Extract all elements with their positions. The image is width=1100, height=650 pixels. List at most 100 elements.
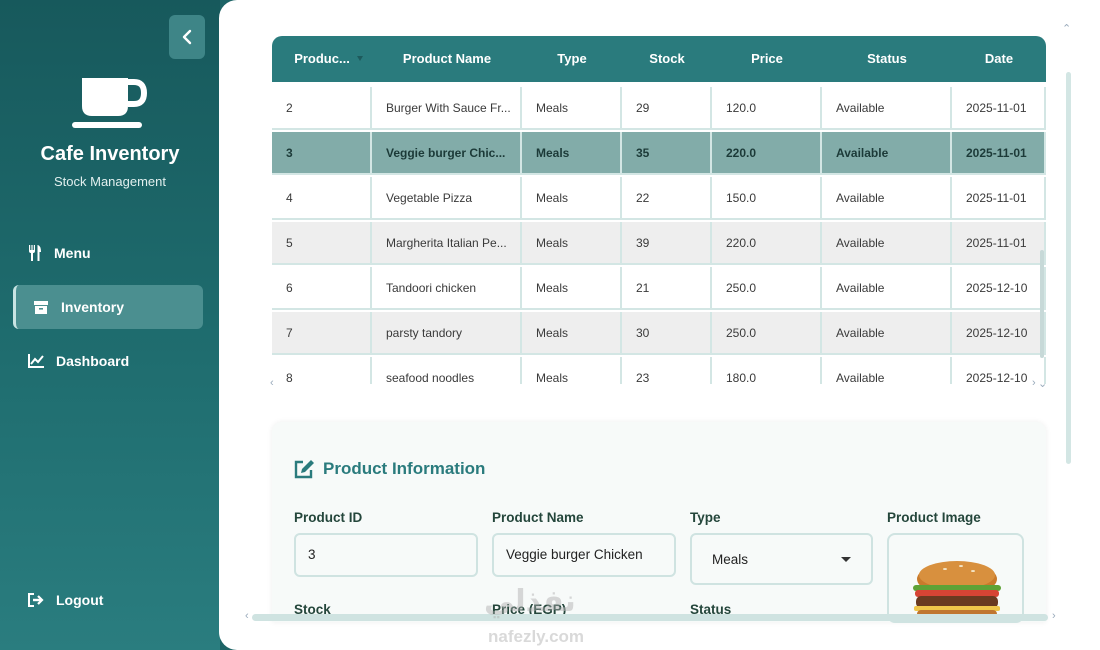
horizontal-scrollbar[interactable] xyxy=(252,614,1048,621)
watermark-latin: nafezly.com xyxy=(488,627,585,646)
chart-icon xyxy=(28,354,44,368)
cell-status: Available xyxy=(822,222,952,265)
cell-date: 2025-11-01 xyxy=(952,87,1046,130)
table-row[interactable]: 4 Vegetable Pizza Meals 22 150.0 Available 202… xyxy=(272,177,1046,220)
column-header-status[interactable]: Status xyxy=(822,36,952,82)
scroll-right-arrow-icon[interactable]: › xyxy=(1052,610,1056,622)
brand-subtitle: Stock Management xyxy=(53,174,166,189)
scroll-up-arrow-icon[interactable]: ⌃ xyxy=(1062,22,1071,35)
scroll-right-arrow-icon[interactable]: › xyxy=(1032,377,1036,389)
cell-type: Meals xyxy=(522,267,622,310)
chevron-left-icon xyxy=(182,29,192,45)
type-select-value: Meals xyxy=(712,552,749,567)
cell-name: Vegetable Pizza xyxy=(372,177,522,220)
sidebar-item-dashboard[interactable]: Dashboard xyxy=(13,339,203,383)
cell-date: 2025-11-01 xyxy=(952,132,1046,175)
cell-stock: 30 xyxy=(622,312,712,355)
cell-status: Available xyxy=(822,267,952,310)
burger-image xyxy=(913,561,1001,621)
chevron-down-icon xyxy=(841,557,851,562)
cell-price: 180.0 xyxy=(712,357,822,384)
cell-type: Meals xyxy=(522,357,622,384)
cell-date: 2025-11-01 xyxy=(952,177,1046,220)
cell-price: 220.0 xyxy=(712,132,822,175)
cell-price: 120.0 xyxy=(712,87,822,130)
column-header-name[interactable]: Product Name xyxy=(372,36,522,82)
cell-id: 6 xyxy=(272,267,372,310)
product-info-title: Product Information xyxy=(323,459,486,478)
cell-id: 7 xyxy=(272,312,372,355)
column-header-price[interactable]: Price xyxy=(712,36,822,82)
cell-stock: 29 xyxy=(622,87,712,130)
table-row[interactable]: 8 seafood noodles Meals 23 180.0 Available 202… xyxy=(272,357,1046,384)
table-row[interactable]: 6 Tandoori chicken Meals 21 250.0 Available 20… xyxy=(272,267,1046,310)
products-table[interactable]: Produc... Product Name Type Stock Price … xyxy=(272,36,1046,384)
cell-name: Tandoori chicken xyxy=(372,267,522,310)
product-name-field[interactable]: Veggie burger Chicken xyxy=(492,533,676,577)
cell-stock: 23 xyxy=(622,357,712,384)
collapse-sidebar-button[interactable] xyxy=(169,15,205,59)
product-name-label: Product Name xyxy=(492,510,584,525)
cell-price: 150.0 xyxy=(712,177,822,220)
table-row[interactable]: 2 Burger With Sauce Fr... Meals 29 120.0 Avai… xyxy=(272,87,1046,130)
cell-type: Meals xyxy=(522,177,622,220)
column-header-type[interactable]: Type xyxy=(522,36,622,82)
sort-arrow-icon xyxy=(357,56,363,61)
cell-type: Meals xyxy=(522,312,622,355)
column-header-stock[interactable]: Stock xyxy=(622,36,712,82)
scroll-left-arrow-icon[interactable]: ‹ xyxy=(270,377,274,389)
type-label: Type xyxy=(690,510,721,525)
sidebar-item-inventory[interactable]: Inventory xyxy=(13,285,203,329)
product-image-label: Product Image xyxy=(887,510,981,525)
utensils-icon xyxy=(29,245,41,261)
brand-title: Cafe Inventory xyxy=(40,143,180,165)
cell-id: 8 xyxy=(272,357,372,384)
table-row[interactable]: 7 parsty tandory Meals 30 250.0 Available 2025… xyxy=(272,312,1046,355)
cell-status: Available xyxy=(822,357,952,384)
sidebar: Cafe Inventory Stock Management Menu Inv… xyxy=(0,0,220,650)
box-icon xyxy=(34,300,48,314)
table-row[interactable]: 5 Margherita Italian Pe... Meals 39 220.0 Ava… xyxy=(272,222,1046,265)
cell-name: Burger With Sauce Fr... xyxy=(372,87,522,130)
table-header: Produc... Product Name Type Stock Price … xyxy=(272,36,1046,82)
logout-label: Logout xyxy=(56,592,104,608)
product-image[interactable] xyxy=(887,533,1024,623)
cell-price: 250.0 xyxy=(712,312,822,355)
product-id-label: Product ID xyxy=(294,510,363,525)
edit-icon xyxy=(294,460,314,479)
cell-status: Available xyxy=(822,177,952,220)
table-row[interactable]: 3 Veggie burger Chic... Meals 35 220.0 Availa… xyxy=(272,132,1046,175)
scroll-left-arrow-icon[interactable]: ‹ xyxy=(245,610,249,622)
cell-name: Margherita Italian Pe... xyxy=(372,222,522,265)
scroll-down-arrow-icon[interactable]: ⌄ xyxy=(1038,377,1047,390)
cell-name: Veggie burger Chic... xyxy=(372,132,522,175)
main-scrollbar[interactable] xyxy=(1066,72,1071,464)
cell-price: 250.0 xyxy=(712,267,822,310)
cell-stock: 21 xyxy=(622,267,712,310)
table-scrollbar[interactable] xyxy=(1040,250,1044,358)
cell-name: seafood noodles xyxy=(372,357,522,384)
cell-date: 2025-12-10 xyxy=(952,267,1046,310)
cell-price: 220.0 xyxy=(712,222,822,265)
logout-button[interactable]: Logout xyxy=(13,578,203,622)
coffee-cup-icon xyxy=(72,78,148,128)
cell-id: 3 xyxy=(272,132,372,175)
sidebar-item-label: Inventory xyxy=(61,299,125,315)
product-id-field[interactable]: 3 xyxy=(294,533,478,577)
watermark-arabic: نفذلي xyxy=(484,584,576,619)
column-header-date[interactable]: Date xyxy=(952,36,1046,82)
cell-id: 4 xyxy=(272,177,372,220)
cell-date: 2025-12-10 xyxy=(952,312,1046,355)
cell-stock: 35 xyxy=(622,132,712,175)
sidebar-item-label: Dashboard xyxy=(56,353,130,369)
cell-stock: 39 xyxy=(622,222,712,265)
cell-type: Meals xyxy=(522,222,622,265)
cell-status: Available xyxy=(822,87,952,130)
cell-type: Meals xyxy=(522,87,622,130)
cell-type: Meals xyxy=(522,132,622,175)
cell-stock: 22 xyxy=(622,177,712,220)
sidebar-item-menu[interactable]: Menu xyxy=(13,231,203,275)
cell-id: 5 xyxy=(272,222,372,265)
cell-id: 2 xyxy=(272,87,372,130)
cell-status: Available xyxy=(822,312,952,355)
